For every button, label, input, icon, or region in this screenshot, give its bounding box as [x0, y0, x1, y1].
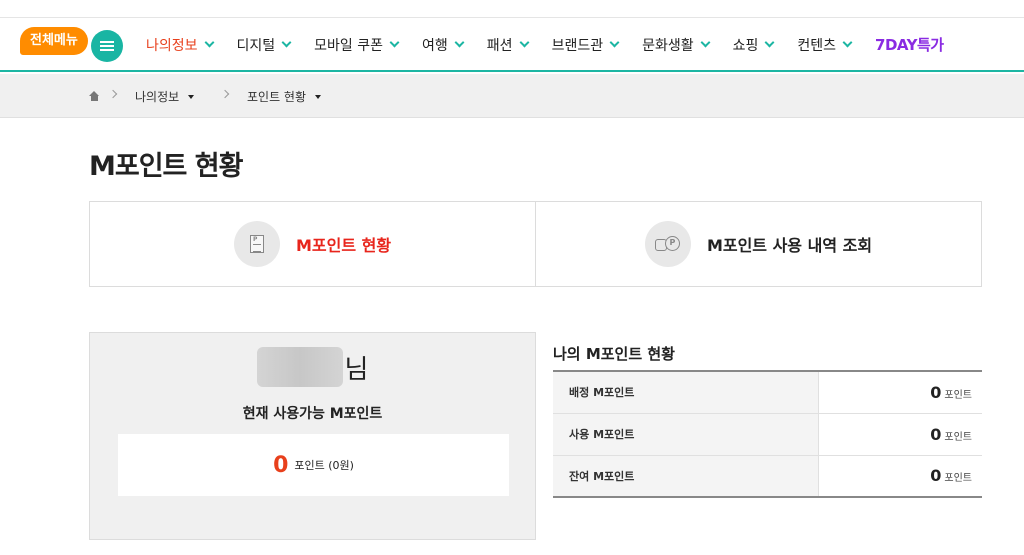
caret-down-icon: [315, 94, 322, 99]
all-menu-button[interactable]: [91, 30, 123, 62]
hamburger-icon: [100, 41, 114, 51]
row-unit: 포인트: [944, 473, 972, 485]
balance-summary: 님 현재 사용가능 M포인트 0 포인트 (0원): [89, 332, 536, 540]
all-menu-badge[interactable]: 전체메뉴: [20, 27, 88, 55]
breadcrumb-point-status[interactable]: 포인트 현황: [247, 88, 322, 105]
point-status-table: 배정 M포인트 0 포인트 사용 M포인트 0 포인트 잔여 M포인트 0 포인트: [553, 370, 982, 498]
top-utility-bar: [0, 0, 1024, 18]
menu-item-mobile-coupon[interactable]: 모바일 쿠폰: [314, 35, 400, 55]
chevron-down-icon: [204, 37, 214, 48]
menu-item-digital[interactable]: 디지털: [236, 35, 292, 55]
available-points-value: 0: [273, 452, 289, 478]
home-icon[interactable]: [89, 91, 100, 101]
chevron-down-icon: [764, 37, 775, 48]
main-menu: 나의정보 디지털 모바일 쿠폰 여행 패션 브랜드관 문화생활 쇼핑 컨텐츠 7…: [146, 34, 944, 55]
table-row: 사용 M포인트 0 포인트: [553, 413, 982, 456]
menu-item-label: 브랜드관: [551, 37, 604, 54]
point-document-icon: [233, 221, 280, 267]
menu-item-contents[interactable]: 컨텐츠: [797, 35, 853, 55]
menu-item-label: 쇼핑: [732, 37, 759, 54]
tab-label: M포인트 사용 내역 조회: [706, 236, 873, 255]
menu-item-brand[interactable]: 브랜드관: [551, 35, 620, 55]
tab-label: M포인트 현황: [295, 236, 392, 255]
row-value-cell: 0 포인트: [818, 455, 982, 497]
blurred-user-name: [256, 347, 343, 387]
menu-item-label: 모바일 쿠폰: [314, 37, 384, 54]
tab-point-history[interactable]: P M포인트 사용 내역 조회: [535, 202, 981, 286]
breadcrumb-label: 나의정보: [135, 90, 180, 104]
coins-icon: P: [644, 221, 691, 267]
menu-item-culture[interactable]: 문화생활: [642, 35, 711, 55]
chevron-down-icon: [700, 37, 711, 48]
row-unit: 포인트: [944, 389, 972, 401]
breadcrumb-myinfo[interactable]: 나의정보: [135, 88, 195, 105]
breadcrumb: 나의정보 포인트 현황: [0, 74, 1024, 118]
tab-point-status[interactable]: M포인트 현황: [90, 202, 535, 286]
breadcrumb-label: 포인트 현황: [247, 90, 307, 104]
chevron-down-icon: [609, 37, 620, 48]
global-navigation: 전체메뉴 나의정보 디지털 모바일 쿠폰 여행 패션 브랜드관 문화생활 쇼핑 …: [0, 18, 1024, 72]
caret-down-icon: [188, 94, 195, 99]
chevron-right-icon: [108, 89, 118, 99]
chevron-down-icon: [519, 37, 530, 48]
menu-item-label: 디지털: [236, 37, 276, 54]
table-row: 배정 M포인트 0 포인트: [553, 371, 982, 414]
menu-item-label: 여행: [422, 37, 448, 54]
row-label: 잔여 M포인트: [553, 455, 819, 497]
chevron-down-icon: [842, 37, 853, 48]
row-value-cell: 0 포인트: [818, 413, 982, 456]
menu-item-label: 나의정보: [146, 37, 198, 54]
row-label: 사용 M포인트: [553, 413, 819, 456]
page-title: M포인트 현황: [89, 151, 243, 182]
menu-item-shopping[interactable]: 쇼핑: [732, 35, 775, 55]
row-value-cell: 0 포인트: [818, 371, 982, 414]
menu-item-label: 컨텐츠: [797, 37, 837, 54]
menu-item-label: 문화생활: [642, 37, 694, 54]
chevron-down-icon: [281, 37, 292, 48]
menu-item-fashion[interactable]: 패션: [486, 35, 530, 55]
available-points-label: 현재 사용가능 M포인트: [242, 406, 383, 422]
row-unit: 포인트: [944, 431, 972, 443]
menu-item-7day-special[interactable]: 7DAY특가: [875, 34, 944, 55]
point-tabs: M포인트 현황 P M포인트 사용 내역 조회: [89, 201, 982, 287]
chevron-down-icon: [389, 37, 400, 48]
menu-item-myinfo[interactable]: 나의정보: [146, 35, 214, 55]
row-value: 0: [930, 466, 942, 486]
name-suffix: 님: [344, 354, 369, 385]
available-points-unit: 포인트 (0원): [294, 459, 354, 472]
menu-item-label: 패션: [486, 37, 513, 54]
row-label: 배정 M포인트: [553, 371, 819, 414]
chevron-right-icon: [220, 89, 230, 99]
table-row: 잔여 M포인트 0 포인트: [553, 455, 982, 497]
menu-item-travel[interactable]: 여행: [422, 35, 465, 55]
available-points-card: 0 포인트 (0원): [118, 434, 509, 496]
row-value: 0: [930, 424, 942, 444]
user-name-row: 님: [90, 347, 535, 387]
chevron-down-icon: [454, 37, 465, 48]
status-title: 나의 M포인트 현황: [553, 345, 675, 363]
row-value: 0: [930, 382, 942, 402]
